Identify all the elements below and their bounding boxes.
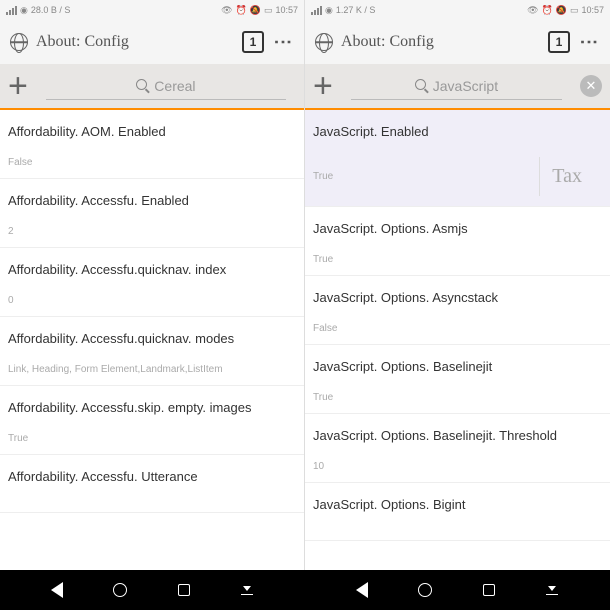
config-key: JavaScript. Options. Bigint — [313, 497, 602, 512]
alarm-icon: ⏰ — [542, 5, 553, 16]
config-row[interactable]: Affordability. Accessfu. Enabled 2 — [0, 179, 304, 248]
config-key: JavaScript. Options. Asmjs — [313, 221, 602, 236]
globe-icon — [10, 33, 28, 51]
net-speed: 1.27 K / S — [336, 5, 376, 15]
config-row[interactable]: Affordability. AOM. Enabled False — [0, 110, 304, 179]
config-value — [8, 502, 296, 512]
recent-button[interactable] — [178, 584, 190, 596]
wifi-icon: ◉ — [325, 5, 333, 16]
download-icon[interactable] — [545, 583, 559, 597]
signal-icon — [311, 6, 322, 15]
wifi-icon: ◉ — [20, 5, 28, 16]
config-key: Affordability. Accessfu.quicknav. modes — [8, 331, 296, 346]
config-value: True — [8, 433, 296, 454]
home-button[interactable] — [418, 583, 432, 597]
eye-icon: 👁 — [527, 5, 538, 16]
config-row[interactable]: JavaScript. Options. Baselinejit True — [305, 345, 610, 414]
config-value: 0 — [8, 295, 296, 316]
net-speed: 28.0 B / S — [31, 5, 71, 15]
back-button[interactable] — [51, 582, 63, 598]
alarm-icon: ⏰ — [236, 5, 247, 16]
title-bar: About: Config 1 ⋮ — [305, 20, 610, 64]
clock: 10:57 — [275, 5, 298, 15]
config-key: Affordability. Accessfu.skip. empty. ima… — [8, 400, 296, 415]
config-key: JavaScript. Options. Baselinejit — [313, 359, 602, 374]
config-list[interactable]: Affordability. AOM. EnabledFalseAffordab… — [0, 110, 304, 570]
eye-icon: 👁 — [221, 5, 232, 16]
page-title: About: Config — [36, 33, 234, 51]
mute-icon: 🔕 — [250, 5, 261, 16]
android-nav-bar — [0, 570, 610, 610]
config-key: Affordability. AOM. Enabled — [8, 124, 296, 139]
clock: 10:57 — [581, 5, 604, 15]
search-icon — [136, 79, 150, 93]
config-row[interactable]: Affordability. Accessfu. Utterance — [0, 455, 304, 513]
home-button[interactable] — [113, 583, 127, 597]
menu-button[interactable]: ⋮ — [578, 33, 600, 51]
signal-icon — [6, 6, 17, 15]
config-list[interactable]: JavaScript. EnabledTrueTaxJavaScript. Op… — [305, 110, 610, 570]
battery-icon: ▭ — [264, 5, 273, 16]
config-row[interactable]: JavaScript. Options. Asyncstack False — [305, 276, 610, 345]
config-key: JavaScript. Enabled — [313, 124, 602, 139]
config-row[interactable]: JavaScript. Options. Bigint — [305, 483, 610, 541]
config-key: Affordability. Accessfu. Utterance — [8, 469, 296, 484]
globe-icon — [315, 33, 333, 51]
config-key: JavaScript. Options. Baselinejit. Thresh… — [313, 428, 602, 443]
config-value: True — [313, 392, 602, 413]
config-row[interactable]: JavaScript. Options. Asmjs True — [305, 207, 610, 276]
left-pane: ◉ 28.0 B / S 👁 ⏰ 🔕 ▭ 10:57 About: Config… — [0, 0, 305, 570]
config-key: Affordability. Accessfu. Enabled — [8, 193, 296, 208]
config-row[interactable]: Affordability. Accessfu.quicknav. modes L… — [0, 317, 304, 386]
add-button[interactable]: + — [313, 67, 333, 106]
title-bar: About: Config 1 ⋮ — [0, 20, 304, 64]
tab-count-button[interactable]: 1 — [242, 31, 264, 53]
clear-search-button[interactable]: ✕ — [580, 75, 602, 97]
search-text: Cereal — [154, 78, 195, 94]
recent-button[interactable] — [483, 584, 495, 596]
add-button[interactable]: + — [8, 67, 28, 106]
config-value: 2 — [8, 226, 296, 247]
search-bar: + Cereal — [0, 64, 304, 110]
config-value: Link, Heading, Form Element,Landmark,Lis… — [8, 364, 296, 385]
config-key: Affordability. Accessfu.quicknav. index — [8, 262, 296, 277]
config-row[interactable]: Affordability. Accessfu.quicknav. index 0 — [0, 248, 304, 317]
config-value: 10 — [313, 461, 602, 482]
back-button[interactable] — [356, 582, 368, 598]
battery-icon: ▭ — [570, 5, 579, 16]
download-icon[interactable] — [240, 583, 254, 597]
config-row[interactable]: JavaScript. Options. Baselinejit. Thresh… — [305, 414, 610, 483]
config-row[interactable]: JavaScript. Enabled TrueTax — [305, 110, 610, 207]
tab-count-button[interactable]: 1 — [548, 31, 570, 53]
config-row[interactable]: Affordability. Accessfu.skip. empty. ima… — [0, 386, 304, 455]
status-bar: ◉ 28.0 B / S 👁 ⏰ 🔕 ▭ 10:57 — [0, 0, 304, 20]
menu-button[interactable]: ⋮ — [272, 33, 294, 51]
page-title: About: Config — [341, 33, 540, 51]
config-key: JavaScript. Options. Asyncstack — [313, 290, 602, 305]
tax-label: Tax — [539, 157, 594, 196]
config-value: TrueTax — [313, 157, 602, 206]
config-value: True — [313, 254, 602, 275]
config-value: False — [313, 323, 602, 344]
right-pane: ◉ 1.27 K / S 👁 ⏰ 🔕 ▭ 10:57 About: Config… — [305, 0, 610, 570]
config-value: False — [8, 157, 296, 178]
search-bar: + JavaScript ✕ — [305, 64, 610, 110]
mute-icon: 🔕 — [556, 5, 567, 16]
status-bar: ◉ 1.27 K / S 👁 ⏰ 🔕 ▭ 10:57 — [305, 0, 610, 20]
search-text: JavaScript — [433, 78, 498, 94]
search-input[interactable]: JavaScript — [351, 72, 562, 100]
config-value — [313, 530, 602, 540]
search-icon — [415, 79, 429, 93]
search-input[interactable]: Cereal — [46, 72, 286, 100]
